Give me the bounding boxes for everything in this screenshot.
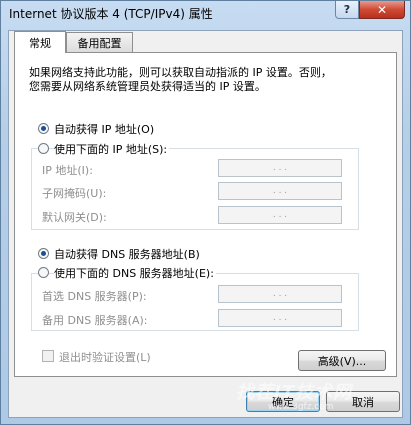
dns-manual-radio[interactable]: [38, 267, 49, 278]
subnet-mask-field[interactable]: . . .: [218, 182, 342, 200]
ip-auto-label[interactable]: 自动获得 IP 地址(O): [54, 121, 154, 137]
dns-auto-label[interactable]: 自动获得 DNS 服务器地址(B): [54, 246, 200, 262]
advanced-button[interactable]: 高级(V)...: [298, 350, 386, 371]
watermark-text: 找茬IT技术网: [236, 382, 352, 403]
ip-address-field[interactable]: . . .: [218, 159, 342, 177]
alternate-dns-field[interactable]: . . .: [218, 309, 342, 327]
validate-on-exit-checkbox[interactable]: [42, 350, 54, 362]
dns-manual-label[interactable]: 使用下面的 DNS 服务器地址(E):: [54, 265, 216, 281]
default-gateway-label: 默认网关(D):: [42, 211, 107, 224]
default-gateway-field[interactable]: . . .: [218, 206, 342, 224]
ip-auto-radio[interactable]: [38, 123, 49, 134]
dns-auto-radio[interactable]: [38, 248, 49, 259]
preferred-dns-field[interactable]: . . .: [218, 285, 342, 303]
watermark-url: www.3gfz.com: [268, 402, 334, 412]
ip-manual-label[interactable]: 使用下面的 IP 地址(S):: [54, 141, 170, 157]
preferred-dns-label: 首选 DNS 服务器(P):: [42, 290, 147, 303]
alternate-dns-label: 备用 DNS 服务器(A):: [42, 314, 148, 327]
subnet-mask-label: 子网掩码(U):: [42, 187, 107, 200]
form-layer: 自动获得 IP 地址(O) 使用下面的 IP 地址(S): IP 地址(I): …: [0, 0, 411, 425]
ip-manual-radio[interactable]: [38, 143, 49, 154]
validate-on-exit-label: 退出时验证设置(L): [59, 351, 151, 364]
ip-address-label: IP 地址(I):: [42, 164, 93, 177]
